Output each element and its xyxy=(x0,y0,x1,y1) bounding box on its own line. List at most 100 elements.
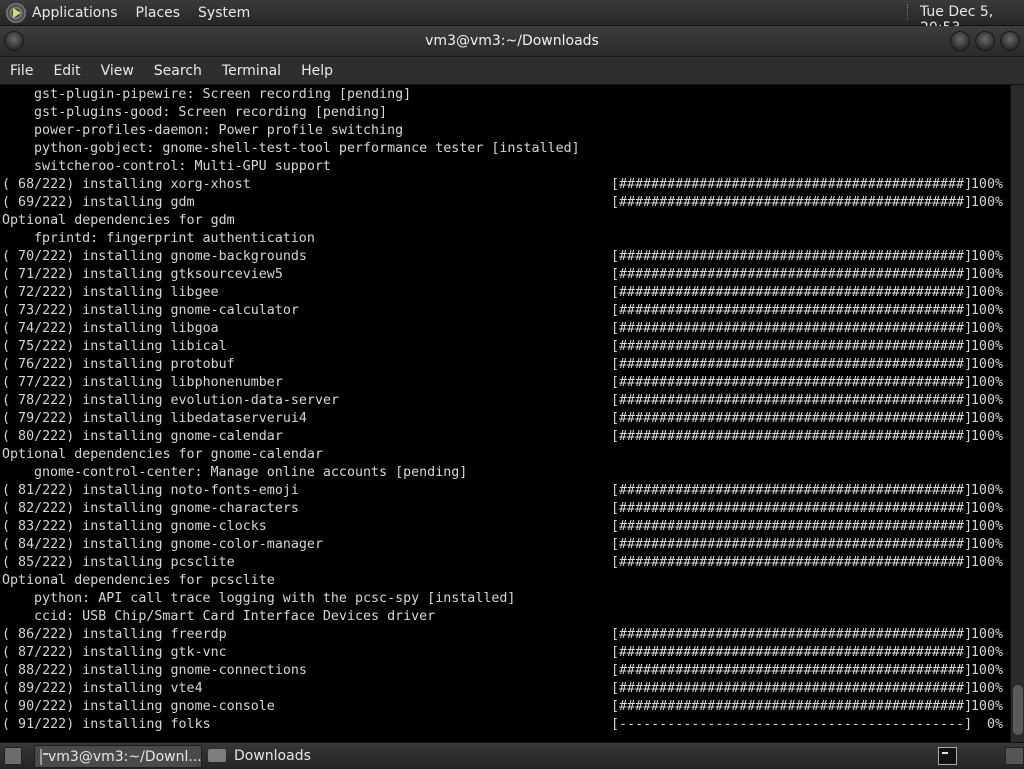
terminal-line: gnome-control-center: Manage online acco… xyxy=(0,464,1010,482)
minimize-button[interactable] xyxy=(950,31,970,51)
taskbar-terminal-button[interactable]: vm3@vm3:~/Downl... xyxy=(34,745,202,768)
terminal-line-text: python-gobject: gnome-shell-test-tool pe… xyxy=(34,141,580,156)
close-button[interactable] xyxy=(1000,31,1020,51)
progress-percent: 100% xyxy=(970,645,1003,660)
terminal-line-text: fprintd: fingerprint authentication xyxy=(34,231,315,246)
panel-separator xyxy=(907,4,910,20)
progress-percent: 100% xyxy=(970,195,1003,210)
progress-bar-text: [#######################################… xyxy=(611,681,973,696)
tray-terminal-icon[interactable] xyxy=(938,747,957,765)
terminal-line-text: ccid: USB Chip/Smart Card Interface Devi… xyxy=(34,609,436,624)
progress-percent: 100% xyxy=(970,555,1003,570)
progress-percent: 100% xyxy=(970,393,1003,408)
progress-percent: 100% xyxy=(970,429,1003,444)
taskbar-downloads-label: Downloads xyxy=(234,747,311,764)
terminal-line: ( 81/222) installing noto-fonts-emoji [##… xyxy=(0,482,1010,500)
terminal-line: ( 77/222) installing libphonenumber [####… xyxy=(0,374,1010,392)
places-menu[interactable]: Places xyxy=(136,5,181,21)
terminal-line: ( 76/222) installing protobuf [##########… xyxy=(0,356,1010,374)
terminal-line-text: gnome-control-center: Manage online acco… xyxy=(34,465,468,480)
terminal-line: gst-plugins-good: Screen recording [pend… xyxy=(0,104,1010,122)
progress-percent: 100% xyxy=(970,681,1003,696)
workspace-switcher-icon[interactable] xyxy=(1005,747,1024,765)
terminal-line: ccid: USB Chip/Smart Card Interface Devi… xyxy=(0,608,1010,626)
terminal-line-text: gst-plugins-good: Screen recording [pend… xyxy=(34,105,388,120)
applications-menu[interactable]: Applications xyxy=(32,5,118,21)
terminal-line-text: ( 81/222) installing noto-fonts-emoji xyxy=(2,483,299,498)
terminal-line: fprintd: fingerprint authentication xyxy=(0,230,1010,248)
terminal-line-text: gst-plugin-pipewire: Screen recording [p… xyxy=(34,87,412,102)
terminal-line: ( 79/222) installing libedataserverui4 [#… xyxy=(0,410,1010,428)
terminal-line-text: ( 91/222) installing folks xyxy=(2,717,211,732)
terminal-line: ( 72/222) installing libgee [############… xyxy=(0,284,1010,302)
terminal-line-text: ( 89/222) installing vte4 xyxy=(2,681,203,696)
menu-logo-icon[interactable] xyxy=(6,2,26,23)
progress-bar-text: [#######################################… xyxy=(611,285,973,300)
menu-search[interactable]: Search xyxy=(144,63,212,79)
terminal-line: python: API call trace logging with the … xyxy=(0,590,1010,608)
terminal-line-text: ( 85/222) installing pcsclite xyxy=(2,555,235,570)
progress-bar-text: [#######################################… xyxy=(611,429,973,444)
terminal-line: ( 75/222) installing libical [###########… xyxy=(0,338,1010,356)
progress-bar-text: [#######################################… xyxy=(611,663,973,678)
terminal-line-text: ( 75/222) installing libical xyxy=(2,339,227,354)
terminal-line-text: Optional dependencies for pcsclite xyxy=(2,573,275,588)
progress-bar-text: [#######################################… xyxy=(611,537,973,552)
folder-icon xyxy=(208,749,226,762)
taskbar-downloads-button[interactable]: Downloads xyxy=(204,745,374,766)
bottom-panel: vm3@vm3:~/Downl... Downloads xyxy=(0,742,1024,769)
window-titlebar[interactable]: vm3@vm3:~/Downloads xyxy=(0,26,1024,57)
progress-bar-text: [#######################################… xyxy=(611,195,973,210)
terminal-line: ( 68/222) installing xorg-xhost [########… xyxy=(0,176,1010,194)
progress-percent: 100% xyxy=(970,519,1003,534)
progress-bar-text: [#######################################… xyxy=(611,321,973,336)
terminal-line-text: ( 76/222) installing protobuf xyxy=(2,357,235,372)
progress-bar-text: [#######################################… xyxy=(611,699,973,714)
progress-percent: 100% xyxy=(970,483,1003,498)
progress-percent: 100% xyxy=(970,267,1003,282)
show-desktop-icon[interactable] xyxy=(4,747,22,765)
terminal-output[interactable]: gst-plugin-pipewire: Screen recording [p… xyxy=(0,85,1010,743)
terminal-line: Optional dependencies for gdm xyxy=(0,212,1010,230)
terminal-line-text: ( 79/222) installing libedataserverui4 xyxy=(2,411,307,426)
menu-terminal[interactable]: Terminal xyxy=(212,63,291,79)
menu-help[interactable]: Help xyxy=(291,63,343,79)
terminal-line: ( 91/222) installing folks [-------------… xyxy=(0,716,1010,734)
scrollbar-thumb[interactable] xyxy=(1013,685,1023,735)
progress-percent: 100% xyxy=(970,699,1003,714)
terminal-line-text: ( 71/222) installing gtksourceview5 xyxy=(2,267,283,282)
taskbar-terminal-label: vm3@vm3:~/Downl... xyxy=(48,748,202,765)
terminal-icon xyxy=(40,748,48,765)
terminal-line: ( 80/222) installing gnome-calendar [####… xyxy=(0,428,1010,446)
terminal-line-text: ( 72/222) installing libgee xyxy=(2,285,219,300)
terminal-scrollbar[interactable] xyxy=(1010,85,1024,742)
progress-percent: 100% xyxy=(970,285,1003,300)
menu-file[interactable]: File xyxy=(0,63,43,79)
progress-bar-text: [#######################################… xyxy=(611,501,973,516)
menu-edit[interactable]: Edit xyxy=(43,63,90,79)
terminal-line: power-profiles-daemon: Power profile swi… xyxy=(0,122,1010,140)
progress-percent: 100% xyxy=(970,177,1003,192)
terminal-line: ( 84/222) installing gnome-color-manager… xyxy=(0,536,1010,554)
menu-view[interactable]: View xyxy=(91,63,144,79)
terminal-line: ( 83/222) installing gnome-clocks [######… xyxy=(0,518,1010,536)
progress-percent: 100% xyxy=(970,375,1003,390)
top-panel: Applications Places System Tue Dec 5, 20… xyxy=(0,0,1024,36)
progress-bar-text: [#######################################… xyxy=(611,627,973,642)
progress-bar-text: [#######################################… xyxy=(611,339,973,354)
terminal-line-text: power-profiles-daemon: Power profile swi… xyxy=(34,123,404,138)
progress-bar-text: [#######################################… xyxy=(611,645,973,660)
terminal-line-text: ( 88/222) installing gnome-connections xyxy=(2,663,307,678)
terminal-line-text: ( 83/222) installing gnome-clocks xyxy=(2,519,267,534)
progress-bar-text: [#######################################… xyxy=(611,555,973,570)
terminal-line: gst-plugin-pipewire: Screen recording [p… xyxy=(0,86,1010,104)
terminal-line: ( 87/222) installing gtk-vnc [###########… xyxy=(0,644,1010,662)
progress-percent: 100% xyxy=(970,339,1003,354)
progress-percent: 100% xyxy=(970,501,1003,516)
progress-percent: 100% xyxy=(970,321,1003,336)
maximize-button[interactable] xyxy=(975,31,995,51)
terminal-line-text: ( 70/222) installing gnome-backgrounds xyxy=(2,249,307,264)
terminal-line: ( 90/222) installing gnome-console [#####… xyxy=(0,698,1010,716)
progress-bar-text: [#######################################… xyxy=(611,375,973,390)
system-menu[interactable]: System xyxy=(198,5,250,21)
